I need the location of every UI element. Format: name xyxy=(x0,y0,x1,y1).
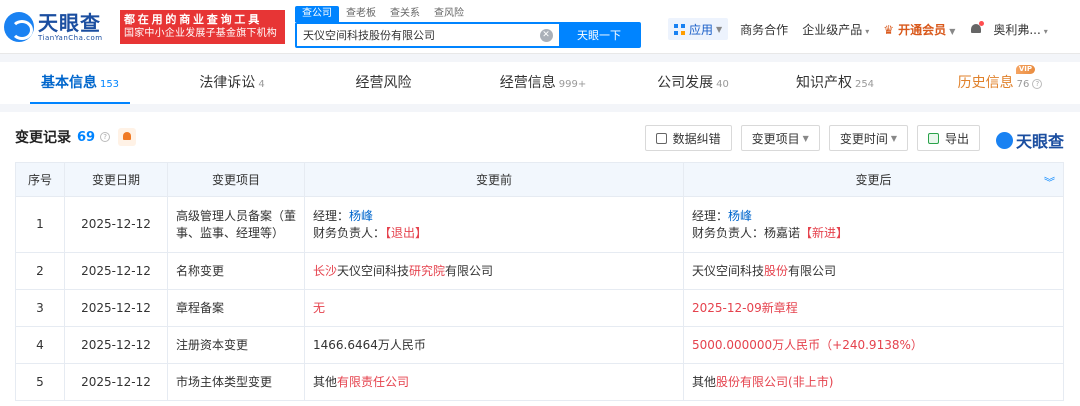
person-link[interactable]: 杨峰 xyxy=(728,209,752,223)
excel-icon xyxy=(927,132,939,144)
tab-litigation[interactable]: 法律诉讼 4 xyxy=(182,62,282,104)
search-tab-company[interactable]: 查公司 xyxy=(295,6,339,22)
after-cell: 天仪空间科技股份有限公司 xyxy=(683,252,1064,290)
change-records-panel: 变更记录 69 ? 数据纠错 变更项目 ▼ 变更时间 ▼ 导出 天眼查 序号 变更日… xyxy=(0,112,1080,406)
logo-domain: TianYanCha.com xyxy=(38,33,103,42)
col-header-date: 变更日期 xyxy=(64,162,168,197)
app-grid-icon xyxy=(674,23,685,35)
toolbar: 数据纠错 变更项目 ▼ 变更时间 ▼ 导出 xyxy=(636,125,980,151)
caret-down-icon: ▼ xyxy=(716,24,723,34)
table-header-row: 序号 变更日期 变更项目 变更前 变更后 ︾ xyxy=(15,162,1064,197)
table-row: 2 2025-12-12 名称变更 长沙天仪空间科技研究院有限公司 天仪空间科技… xyxy=(15,252,1064,290)
record-count: 69 xyxy=(77,129,96,145)
collapse-chevron-icon[interactable]: ︾ xyxy=(1044,174,1055,190)
data-correction-button[interactable]: 数据纠错 xyxy=(644,125,732,151)
col-header-after: 变更后 ︾ xyxy=(683,162,1064,197)
person-link[interactable]: 杨峰 xyxy=(349,209,373,223)
before-cell: 经理：杨峰 财务负责人：【退出】 xyxy=(304,196,684,253)
table-row: 4 2025-12-12 注册资本变更 1466.6464万人民币 5000.0… xyxy=(15,326,1064,364)
change-records-table: 序号 变更日期 变更项目 变更前 变更后 ︾ 1 2025-12-12 高级管理人… xyxy=(15,162,1064,401)
nav-enterprise[interactable]: 企业级产品 ▾ xyxy=(802,21,869,38)
tab-intellectual-property[interactable]: 知识产权 254 xyxy=(780,62,890,104)
after-cell: 其他股份有限公司(非上市) xyxy=(683,363,1064,401)
vip-badge: VIP xyxy=(1015,65,1035,74)
caret-down-icon: ▼ xyxy=(949,26,956,36)
nav-vip[interactable]: ♛ 开通会员 ▼ xyxy=(883,21,955,38)
change-item-filter[interactable]: 变更项目 ▼ xyxy=(740,125,820,151)
notification-bell-icon[interactable] xyxy=(969,21,985,36)
search-tab-risk[interactable]: 查风险 xyxy=(427,6,471,22)
caret-down-icon: ▼ xyxy=(890,133,897,143)
help-icon[interactable]: ? xyxy=(100,132,111,142)
tab-company-development[interactable]: 公司发展 40 xyxy=(643,62,743,104)
before-cell: 其他有限责任公司 xyxy=(304,363,684,401)
help-icon: ? xyxy=(1032,79,1043,89)
top-nav: 应用 ▼ 商务合作 企业级产品 ▾ ♛ 开通会员 ▼ 奥利弗... ▾ xyxy=(668,18,1048,40)
user-menu[interactable]: 奥利弗... ▾ xyxy=(993,21,1047,38)
chevron-down-icon: ▾ xyxy=(1043,26,1048,36)
col-header-no: 序号 xyxy=(15,162,65,197)
chevron-down-icon: ▾ xyxy=(865,26,870,36)
monitor-bell-icon[interactable] xyxy=(118,128,137,146)
logo-name: 天眼查 xyxy=(38,10,101,35)
search-tab-relation[interactable]: 查关系 xyxy=(383,6,427,22)
edit-icon xyxy=(655,132,667,144)
section-title: 变更记录 xyxy=(15,130,71,146)
before-cell: 1466.6464万人民币 xyxy=(304,326,684,364)
tab-history-info[interactable]: VIP 历史信息 76? xyxy=(945,62,1055,104)
search-input[interactable] xyxy=(297,24,533,46)
panel-header: 变更记录 69 ? 数据纠错 变更项目 ▼ 变更时间 ▼ 导出 天眼查 xyxy=(0,112,1080,162)
search-area: 查公司 查老板 查关系 查风险 ✕ 天眼一下 xyxy=(295,6,641,48)
search-box: ✕ 天眼一下 xyxy=(295,22,641,48)
clear-search-button[interactable]: ✕ xyxy=(533,24,559,46)
tianyancha-logo[interactable]: 天眼查 TianYanCha.com xyxy=(4,10,112,42)
after-cell: 5000.000000万人民币（+240.9138%） xyxy=(683,326,1064,364)
search-button[interactable]: 天眼一下 xyxy=(559,24,639,46)
app-menu-button[interactable]: 应用 ▼ xyxy=(668,18,729,40)
close-icon: ✕ xyxy=(539,28,553,42)
search-tab-boss[interactable]: 查老板 xyxy=(339,6,383,22)
eye-logo-icon xyxy=(995,131,1013,149)
after-cell: 2025-12-09新章程 xyxy=(683,289,1064,327)
search-type-tabs: 查公司 查老板 查关系 查风险 xyxy=(295,6,641,22)
tab-business-info[interactable]: 经营信息 999+ xyxy=(483,62,603,104)
before-cell: 长沙天仪空间科技研究院有限公司 xyxy=(304,252,684,290)
slogan-banner: 都在用的商业查询工具 国家中小企业发展子基金旗下机构 xyxy=(120,9,285,44)
col-header-item: 变更项目 xyxy=(167,162,305,197)
company-tabs: 基本信息 153 法律诉讼 4 经营风险 经营信息 999+ 公司发展 40 知识产权 2… xyxy=(0,62,1080,104)
before-cell: 无 xyxy=(304,289,684,327)
table-row: 5 2025-12-12 市场主体类型变更 其他有限责任公司 其他股份有限公司(… xyxy=(15,363,1064,401)
tab-basic-info[interactable]: 基本信息 153 xyxy=(30,62,130,104)
caret-down-icon: ▼ xyxy=(802,133,809,143)
tab-business-risk[interactable]: 经营风险 xyxy=(335,62,435,104)
top-header: 天眼查 TianYanCha.com 都在用的商业查询工具 国家中小企业发展子基… xyxy=(0,0,1080,54)
brand-watermark: 天眼查 xyxy=(995,128,1064,152)
nav-business[interactable]: 商务合作 xyxy=(740,21,788,38)
crown-icon: ♛ xyxy=(883,22,894,37)
table-row: 3 2025-12-12 章程备案 无 2025-12-09新章程 xyxy=(15,289,1064,327)
eye-logo-icon xyxy=(4,11,34,42)
after-cell: 经理：杨峰 财务负责人：杨嘉诺【新进】 xyxy=(683,196,1064,253)
table-row: 1 2025-12-12 高级管理人员备案（董事、监事、经理等） 经理：杨峰 财… xyxy=(15,196,1064,253)
change-time-filter[interactable]: 变更时间 ▼ xyxy=(828,125,908,151)
col-header-before: 变更前 xyxy=(304,162,684,197)
export-button[interactable]: 导出 xyxy=(916,125,980,151)
